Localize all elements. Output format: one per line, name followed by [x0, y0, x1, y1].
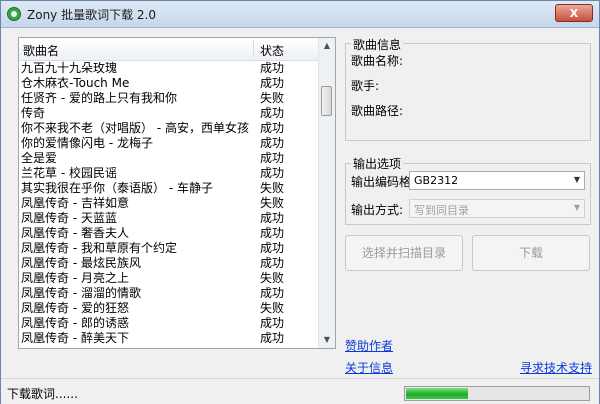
song-info-title: 歌曲信息: [351, 36, 404, 53]
vertical-scrollbar[interactable]: ▲ ▼: [318, 38, 335, 348]
output-mode-select[interactable]: 写到同目录 ▼: [409, 199, 585, 218]
song-status: 成功: [260, 331, 285, 345]
list-item[interactable]: 凤凰传奇 - 天蓝蓝 成功: [19, 211, 319, 226]
sponsor-link[interactable]: 赞助作者: [345, 337, 393, 354]
song-status: 失败: [260, 271, 285, 285]
list-item[interactable]: 凤凰传奇 - 吉祥如意 失败: [19, 196, 319, 211]
column-header-status[interactable]: 状态: [260, 42, 284, 59]
list-rows: 九百九十九朵玫瑰 成功 仓木麻衣-Touch Me 成功 任贤齐 - 爱的路上只有我和你…: [19, 61, 319, 346]
song-status: 失败: [260, 181, 285, 195]
song-status: 成功: [260, 136, 285, 150]
song-name: 九百九十九朵玫瑰: [21, 61, 118, 75]
list-item[interactable]: 凤凰传奇 - 郎的诱惑 成功: [19, 316, 319, 331]
song-name: 凤凰传奇 - 郎的诱惑: [21, 316, 129, 330]
window-title: Zony 批量歌词下载 2.0: [27, 8, 156, 22]
list-item[interactable]: 凤凰传奇 - 我和草原有个约定 成功: [19, 241, 319, 256]
list-item[interactable]: 凤凰传奇 - 最炫民族风 成功: [19, 256, 319, 271]
song-path-label: 歌曲路径:: [351, 104, 404, 118]
song-name: 凤凰传奇 - 月亮之上: [21, 271, 129, 285]
app-window: Zony 批量歌词下载 2.0 X 歌曲名 状态 九百九十九朵玫瑰 成功 仓木麻衣-…: [0, 0, 600, 404]
song-name: 兰花草 - 校园民谣: [21, 166, 117, 180]
column-header-name[interactable]: 歌曲名: [23, 42, 59, 59]
song-name: 其实我很在乎你（泰语版） - 车静子: [21, 181, 213, 195]
song-status: 成功: [260, 226, 285, 240]
scan-directory-button[interactable]: 选择并扫描目录: [345, 235, 463, 271]
song-name: 凤凰传奇 - 奢香夫人: [21, 226, 129, 240]
list-item[interactable]: 传奇 成功: [19, 106, 319, 121]
song-name: 全是爱: [21, 151, 58, 165]
list-item[interactable]: 九百九十九朵玫瑰 成功: [19, 61, 319, 76]
list-item[interactable]: 你不来我不老（对唱版） - 高安，西单女孩 成功: [19, 121, 319, 136]
song-status: 成功: [260, 151, 285, 165]
download-button[interactable]: 下载: [472, 235, 590, 271]
list-item[interactable]: 仓木麻衣-Touch Me 成功: [19, 76, 319, 91]
song-name: 凤凰传奇 - 爱的狂怒: [21, 301, 129, 315]
song-status: 失败: [260, 196, 285, 210]
output-options-title: 输出选项: [351, 155, 404, 172]
song-status: 成功: [260, 106, 285, 120]
list-item[interactable]: 任贤齐 - 爱的路上只有我和你 失败: [19, 91, 319, 106]
progress-fill: [406, 388, 468, 399]
song-name: 传奇: [21, 106, 46, 120]
song-name: 凤凰传奇 - 我和草原有个约定: [21, 241, 177, 255]
encoding-value: GB2312: [414, 174, 459, 187]
song-name: 凤凰传奇 - 天蓝蓝: [21, 211, 117, 225]
song-name: 凤凰传奇 - 吉祥如意: [21, 196, 129, 210]
title-bar[interactable]: Zony 批量歌词下载 2.0 X: [1, 1, 599, 28]
list-item[interactable]: 凤凰传奇 - 月亮之上 失败: [19, 271, 319, 286]
list-item[interactable]: 凤凰传奇 - 爱的狂怒 失败: [19, 301, 319, 316]
song-status: 成功: [260, 241, 285, 255]
song-name: 任贤齐 - 爱的路上只有我和你: [21, 91, 177, 105]
list-header: 歌曲名 状态: [19, 38, 319, 61]
encoding-select[interactable]: GB2312 ▼: [409, 171, 585, 190]
song-status: 成功: [260, 286, 285, 300]
chevron-down-icon[interactable]: ▼: [574, 203, 580, 212]
status-text: 下载歌词......: [7, 387, 78, 401]
song-status: 成功: [260, 121, 285, 135]
scrollbar-thumb[interactable]: [321, 86, 332, 116]
download-progress-bar: [404, 386, 590, 401]
song-status: 失败: [260, 91, 285, 105]
scroll-up-icon[interactable]: ▲: [319, 38, 335, 54]
list-item[interactable]: 凤凰传奇 - 奢香夫人 成功: [19, 226, 319, 241]
scroll-down-icon[interactable]: ▼: [319, 332, 335, 348]
list-item[interactable]: 全是爱 成功: [19, 151, 319, 166]
list-item[interactable]: 兰花草 - 校园民谣 成功: [19, 166, 319, 181]
song-list[interactable]: 歌曲名 状态 九百九十九朵玫瑰 成功 仓木麻衣-Touch Me 成功 任贤齐 - 爱的…: [18, 37, 336, 349]
about-link[interactable]: 关于信息: [345, 359, 393, 376]
song-name-label: 歌曲名称:: [351, 54, 404, 68]
output-mode-label: 输出方式:: [351, 203, 404, 217]
song-status: 成功: [260, 166, 285, 180]
close-button[interactable]: X: [555, 4, 593, 22]
app-logo-icon: [7, 7, 21, 21]
column-divider[interactable]: [253, 40, 254, 58]
song-name: 凤凰传奇 - 醉美天下: [21, 331, 129, 345]
song-name: 凤凰传奇 - 最炫民族风: [21, 256, 141, 270]
status-bar: 下载歌词......: [1, 378, 599, 404]
artist-label: 歌手:: [351, 79, 380, 93]
list-item[interactable]: 凤凰传奇 - 溜溜的情歌 成功: [19, 286, 319, 301]
song-status: 成功: [260, 211, 285, 225]
song-name: 你不来我不老（对唱版） - 高安，西单女孩: [21, 121, 249, 135]
song-status: 成功: [260, 316, 285, 330]
output-mode-value: 写到同目录: [414, 204, 469, 217]
chevron-down-icon[interactable]: ▼: [574, 175, 580, 184]
song-status: 成功: [260, 76, 285, 90]
support-link[interactable]: 寻求技术支持: [520, 359, 592, 376]
song-name: 凤凰传奇 - 溜溜的情歌: [21, 286, 141, 300]
list-item[interactable]: 凤凰传奇 - 醉美天下 成功: [19, 331, 319, 346]
song-status: 成功: [260, 61, 285, 75]
list-item[interactable]: 其实我很在乎你（泰语版） - 车静子 失败: [19, 181, 319, 196]
song-status: 成功: [260, 256, 285, 270]
song-name: 仓木麻衣-Touch Me: [21, 76, 130, 90]
song-status: 失败: [260, 301, 285, 315]
list-item[interactable]: 你的爱情像闪电 - 龙梅子 成功: [19, 136, 319, 151]
song-name: 你的爱情像闪电 - 龙梅子: [21, 136, 153, 150]
